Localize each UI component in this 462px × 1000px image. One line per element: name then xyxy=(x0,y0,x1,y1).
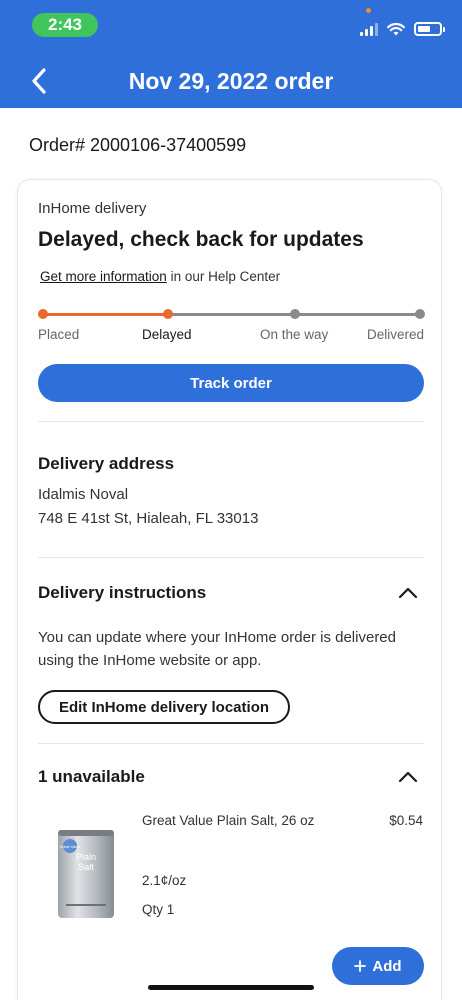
status-time: 2:43 xyxy=(32,13,98,37)
help-center-text: Get more information in our Help Center xyxy=(40,269,280,284)
salt-product-image: Great Value Plain Salt xyxy=(58,830,114,918)
wifi-icon xyxy=(387,23,405,36)
app-header: 2:43 Nov 29, 2022 order xyxy=(0,0,462,108)
step-label-delivered: Delivered xyxy=(366,327,424,342)
progress-dot-delayed xyxy=(163,309,173,319)
plus-icon xyxy=(354,960,367,972)
chevron-up-icon xyxy=(398,587,418,599)
step-label-delayed: Delayed xyxy=(142,327,192,342)
divider xyxy=(38,743,424,744)
privacy-indicator-dot xyxy=(366,8,371,13)
delivery-instructions-text-1: You can update where your InHome order i… xyxy=(38,629,396,646)
progress-line-active xyxy=(42,313,168,316)
progress-dot-on-the-way xyxy=(290,309,300,319)
product-image-brand: Great Value xyxy=(59,844,81,849)
product-price: $0.54 xyxy=(389,813,423,828)
home-indicator[interactable] xyxy=(148,985,314,990)
progress-steps: Placed Delayed On the way Delivered xyxy=(38,327,424,347)
unavailable-title: 1 unavailable xyxy=(38,767,145,786)
product-quantity: Qty 1 xyxy=(142,902,175,917)
edit-inhome-delivery-location-button[interactable]: Edit InHome delivery location xyxy=(38,690,290,724)
page-title: Nov 29, 2022 order xyxy=(128,68,334,94)
divider xyxy=(38,557,424,558)
cellular-signal-icon xyxy=(360,22,378,36)
step-label-on-the-way: On the way xyxy=(260,327,329,342)
delivery-address-name: Idalmis Noval xyxy=(38,486,129,503)
progress-dot-delivered xyxy=(415,309,425,319)
delivery-progress-tracker xyxy=(38,309,425,319)
order-number: Order# 2000106-37400599 xyxy=(29,135,247,155)
track-order-button[interactable]: Track order xyxy=(38,364,424,402)
delivery-address-title: Delivery address xyxy=(38,454,175,473)
product-image-title-2: Salt xyxy=(78,862,94,872)
order-details-card: InHome delivery Delayed, check back for … xyxy=(18,180,441,1000)
delivery-type-label: InHome delivery xyxy=(38,200,147,217)
product-name[interactable]: Great Value Plain Salt, 26 oz xyxy=(142,813,314,828)
delivery-status-title: Delayed, check back for updates xyxy=(38,228,364,251)
help-center-suffix: in our Help Center xyxy=(166,269,281,284)
delivery-instructions-title: Delivery instructions xyxy=(38,583,207,602)
product-image-title-1: Plain xyxy=(76,852,96,862)
get-more-information-link[interactable]: Get more information xyxy=(40,269,167,284)
delivery-address-line: 748 E 41st St, Hialeah, FL 33013 xyxy=(38,510,259,527)
delivery-instructions-text-2: using the InHome website or app. xyxy=(38,652,262,669)
collapse-instructions-button[interactable] xyxy=(396,581,420,610)
add-button-label: Add xyxy=(372,957,402,975)
divider xyxy=(38,421,424,422)
add-button[interactable]: Add xyxy=(332,947,424,985)
chevron-up-icon xyxy=(398,771,418,783)
step-label-placed: Placed xyxy=(38,327,80,342)
collapse-unavailable-button[interactable] xyxy=(396,765,420,794)
progress-dot-placed xyxy=(38,309,48,319)
product-unit-price: 2.1¢/oz xyxy=(142,873,187,888)
battery-icon xyxy=(414,22,445,36)
status-icons xyxy=(360,20,445,38)
